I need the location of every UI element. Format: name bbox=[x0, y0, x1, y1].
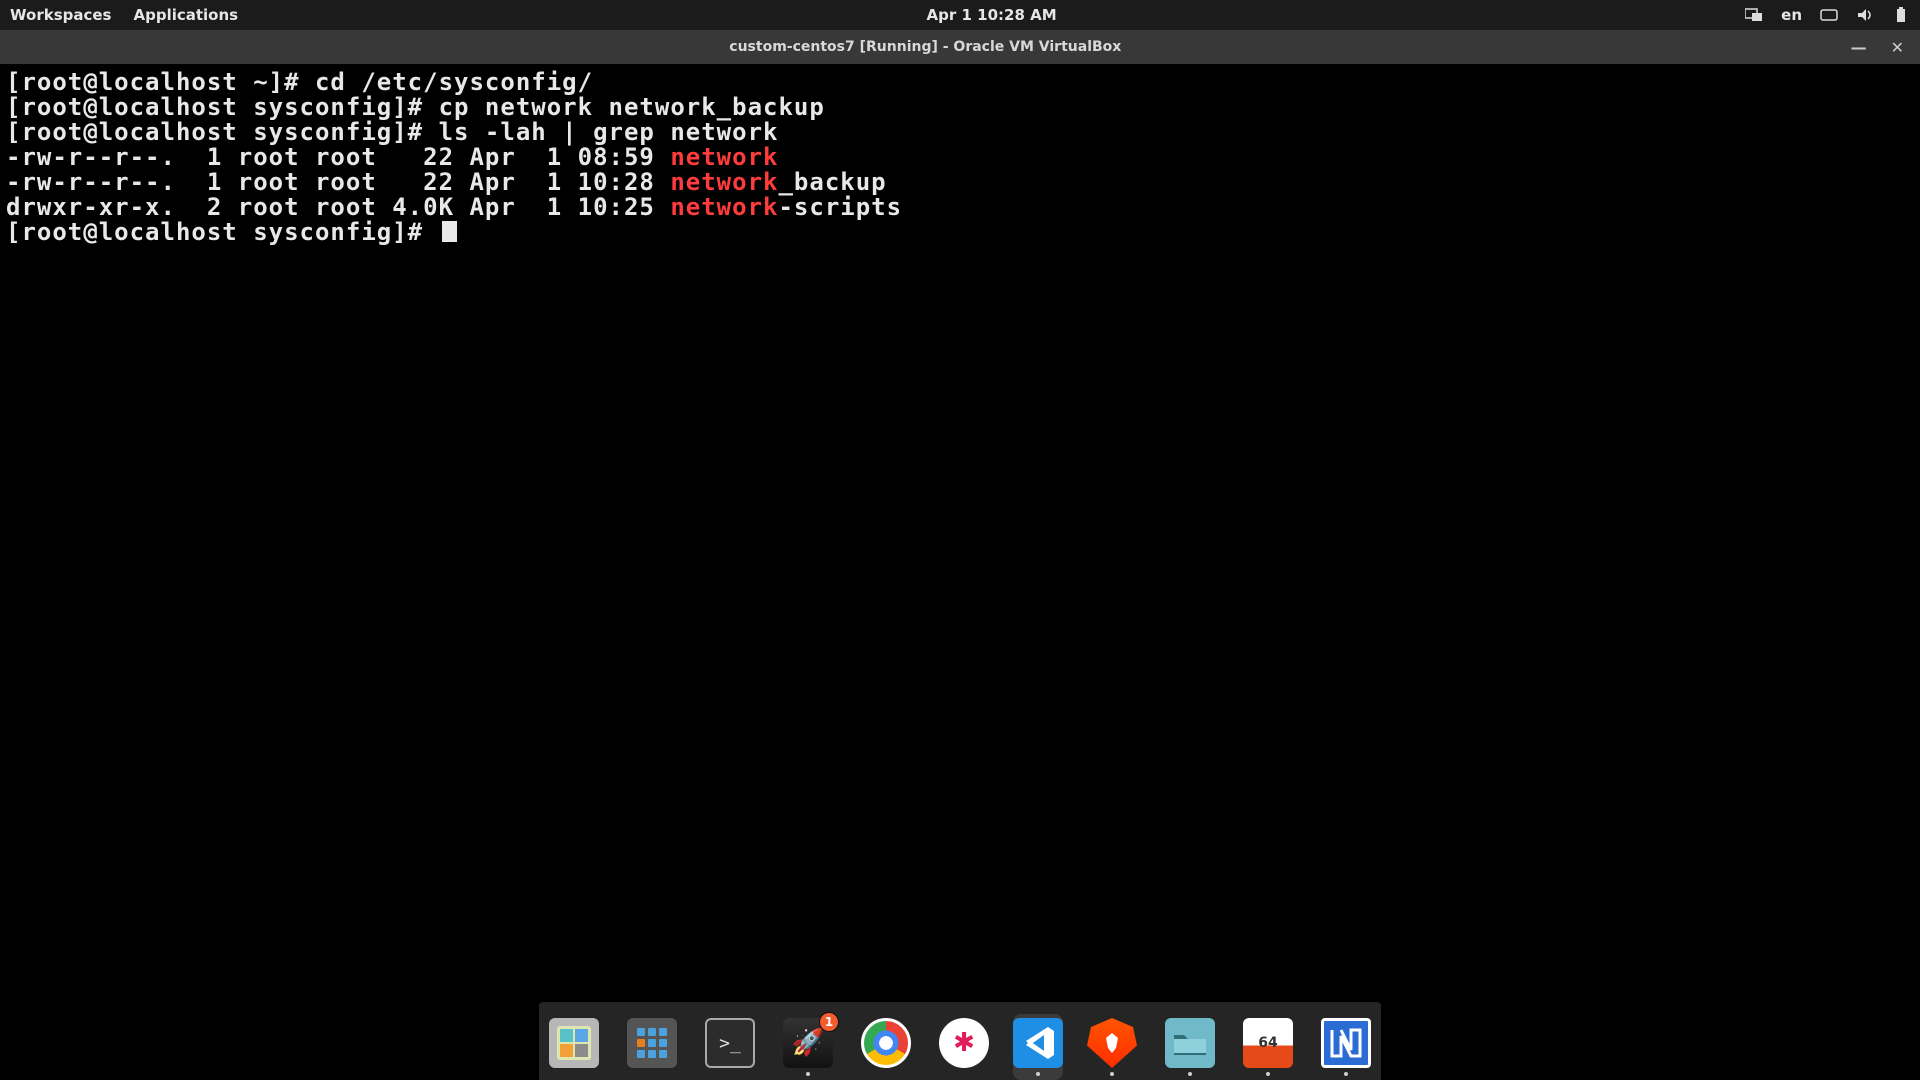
dock-badge: 1 bbox=[819, 1012, 839, 1032]
workspaces-menu[interactable]: Workspaces bbox=[10, 6, 111, 24]
terminal-line: -rw-r--r--. 1 root root 22 Apr 1 10:28 n… bbox=[6, 170, 1914, 195]
window-minimize-button[interactable]: — bbox=[1851, 38, 1867, 57]
show-apps-icon bbox=[627, 1018, 677, 1068]
terminal-text: -rw-r--r--. 1 root root 22 Apr 1 08:59 bbox=[6, 143, 670, 171]
dock-item-brave-browser[interactable] bbox=[1087, 1018, 1137, 1076]
terminal-line: [root@localhost sysconfig]# bbox=[6, 220, 1914, 245]
terminal-line: [root@localhost sysconfig]# ls -lah | gr… bbox=[6, 120, 1914, 145]
running-indicator-icon bbox=[1188, 1072, 1192, 1076]
volume-icon[interactable] bbox=[1856, 8, 1874, 22]
terminal-line: [root@localhost ~]# cd /etc/sysconfig/ bbox=[6, 70, 1914, 95]
terminal-cursor bbox=[442, 221, 457, 242]
dock-item-chrome-browser[interactable] bbox=[861, 1018, 911, 1076]
terminal-line: [root@localhost sysconfig]# cp network n… bbox=[6, 95, 1914, 120]
grep-highlight: network bbox=[670, 193, 778, 221]
file-manager-2-icon bbox=[1165, 1018, 1215, 1068]
applications-menu[interactable]: Applications bbox=[133, 6, 238, 24]
terminal-app-icon: >_ bbox=[705, 1018, 755, 1068]
vm-terminal[interactable]: [root@localhost ~]# cd /etc/sysconfig/[r… bbox=[0, 64, 1920, 1080]
vm-window-titlebar[interactable]: custom-centos7 [Running] - Oracle VM Vir… bbox=[0, 30, 1920, 64]
running-indicator-icon bbox=[1266, 1072, 1270, 1076]
battery-icon[interactable] bbox=[1892, 8, 1910, 22]
virtualbox-app-icon bbox=[1321, 1018, 1371, 1068]
window-close-button[interactable]: ✕ bbox=[1891, 38, 1904, 57]
terminal-text: [root@localhost sysconfig]# bbox=[6, 218, 439, 246]
desktop-top-panel: Workspaces Applications Apr 1 10:28 AM e… bbox=[0, 0, 1920, 30]
terminal-text: [root@localhost ~]# cd /etc/sysconfig/ bbox=[6, 68, 593, 96]
vscode-app-icon bbox=[1013, 1018, 1063, 1068]
dock-item-slack-app[interactable]: ✱ bbox=[939, 1018, 989, 1076]
files-manager-icon bbox=[549, 1018, 599, 1068]
dock-item-show-apps[interactable] bbox=[627, 1018, 677, 1076]
dock-item-launcher-app[interactable]: 🚀1 bbox=[783, 1018, 833, 1076]
dock-item-terminal-app[interactable]: >_ bbox=[705, 1018, 755, 1076]
terminal-text: drwxr-xr-x. 2 root root 4.0K Apr 1 10:25 bbox=[6, 193, 670, 221]
running-indicator-icon bbox=[806, 1072, 810, 1076]
running-indicator-icon bbox=[1110, 1072, 1114, 1076]
terminal-text: -rw-r--r--. 1 root root 22 Apr 1 10:28 bbox=[6, 168, 670, 196]
running-indicator-icon bbox=[1344, 1072, 1348, 1076]
dock-item-virtualbox-app[interactable] bbox=[1321, 1018, 1371, 1076]
terminal-line: -rw-r--r--. 1 root root 22 Apr 1 08:59 n… bbox=[6, 145, 1914, 170]
running-indicator-icon bbox=[1036, 1072, 1040, 1076]
vm-window-title: custom-centos7 [Running] - Oracle VM Vir… bbox=[0, 39, 1851, 55]
screen-share-icon[interactable] bbox=[1745, 8, 1763, 22]
terminal-text: [root@localhost sysconfig]# ls -lah | gr… bbox=[6, 118, 778, 146]
dock-item-files-manager[interactable] bbox=[549, 1018, 599, 1076]
grep-highlight: network bbox=[670, 168, 778, 196]
chrome-browser-icon bbox=[861, 1018, 911, 1068]
brave-browser-icon bbox=[1087, 1018, 1137, 1068]
slack-app-icon: ✱ bbox=[939, 1018, 989, 1068]
dock-item-vscode-app[interactable] bbox=[1013, 1014, 1063, 1080]
grep-highlight: network bbox=[670, 143, 778, 171]
input-language-indicator[interactable]: en bbox=[1781, 6, 1802, 24]
panel-clock[interactable]: Apr 1 10:28 AM bbox=[927, 6, 1057, 24]
dock-item-calendar-app[interactable]: 64 bbox=[1243, 1018, 1293, 1076]
calendar-app-icon: 64 bbox=[1243, 1018, 1293, 1068]
terminal-text: _backup bbox=[778, 168, 886, 196]
terminal-text: [root@localhost sysconfig]# cp network n… bbox=[6, 93, 825, 121]
dock-item-file-manager-2[interactable] bbox=[1165, 1018, 1215, 1076]
dock: >_ 🚀1 ✱ 64 bbox=[539, 1002, 1381, 1080]
terminal-text: -scripts bbox=[778, 193, 902, 221]
network-icon[interactable] bbox=[1820, 8, 1838, 22]
terminal-line: drwxr-xr-x. 2 root root 4.0K Apr 1 10:25… bbox=[6, 195, 1914, 220]
